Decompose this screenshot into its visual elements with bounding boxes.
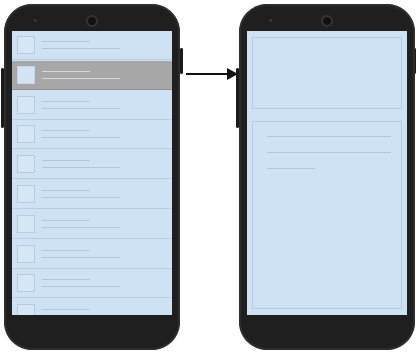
thumbnail-icon	[17, 95, 35, 114]
title-placeholder	[42, 100, 90, 102]
title-placeholder	[42, 190, 90, 191]
list-item[interactable]	[12, 120, 172, 150]
thumbnail-icon	[17, 185, 35, 203]
detail-image-panel	[252, 37, 402, 109]
thumbnail-icon	[17, 274, 35, 293]
text-placeholder	[267, 152, 391, 153]
title-placeholder	[42, 249, 90, 251]
title-placeholder	[42, 279, 90, 281]
text-placeholder	[267, 168, 315, 169]
detail-screen	[247, 31, 407, 315]
title-placeholder	[42, 70, 90, 72]
list-item[interactable]	[12, 150, 172, 180]
volume-button	[1, 68, 4, 128]
subtitle-placeholder	[42, 197, 120, 198]
title-placeholder	[42, 41, 90, 42]
subtitle-placeholder	[42, 137, 120, 139]
subtitle-placeholder	[42, 286, 120, 288]
thumbnail-icon	[17, 125, 35, 144]
front-camera	[323, 17, 331, 25]
thumbnail-icon	[17, 244, 35, 263]
thumbnail-icon	[17, 214, 35, 233]
list-item[interactable]	[12, 31, 172, 60]
list-item[interactable]	[12, 269, 172, 299]
sensor-dot	[269, 19, 272, 22]
thumbnail-icon	[17, 304, 35, 315]
phone-detail-view	[236, 4, 416, 350]
list-screen	[12, 31, 172, 315]
phone-list-view	[1, 4, 183, 350]
subtitle-placeholder	[42, 167, 120, 169]
list-item-selected[interactable]	[12, 60, 172, 90]
power-button	[180, 48, 183, 74]
title-placeholder	[42, 309, 90, 311]
text-placeholder	[267, 136, 391, 137]
subtitle-placeholder	[42, 256, 120, 258]
front-camera	[88, 17, 96, 25]
thumbnail-icon	[17, 65, 35, 84]
detail-text-panel	[252, 121, 402, 309]
subtitle-placeholder	[42, 77, 120, 79]
list-item[interactable]	[12, 180, 172, 209]
subtitle-placeholder	[42, 107, 120, 109]
list-item[interactable]	[12, 299, 172, 315]
thumbnail-icon	[17, 36, 35, 54]
list-item[interactable]	[12, 210, 172, 239]
thumbnail-icon	[17, 155, 35, 174]
list-item[interactable]	[12, 240, 172, 269]
title-placeholder	[42, 130, 90, 132]
title-placeholder	[42, 219, 90, 221]
title-placeholder	[42, 160, 90, 162]
subtitle-placeholder	[42, 48, 120, 49]
subtitle-placeholder	[42, 226, 120, 228]
sensor-dot	[34, 19, 37, 22]
volume-button	[236, 68, 239, 128]
list-item[interactable]	[12, 91, 172, 120]
